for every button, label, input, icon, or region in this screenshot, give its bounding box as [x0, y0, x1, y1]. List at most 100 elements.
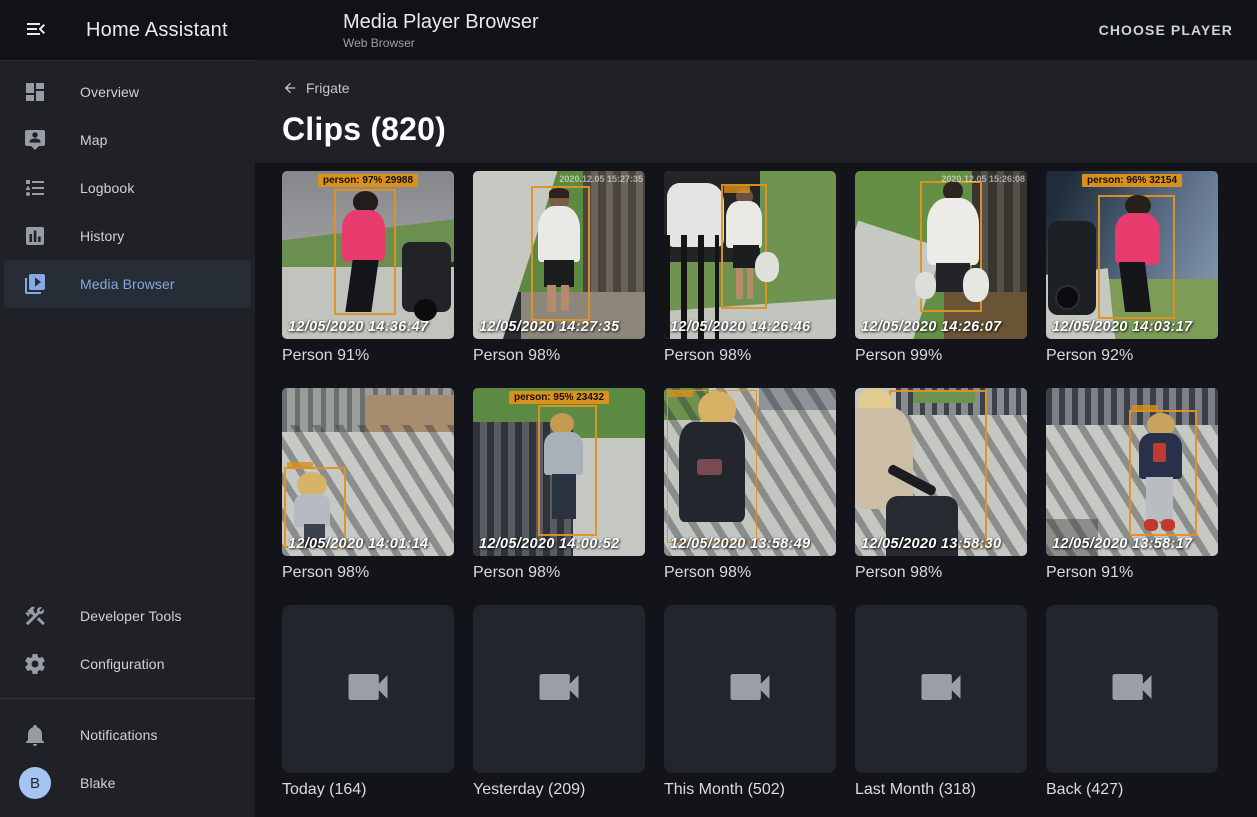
media-browser-panel: Frigate Clips (820)	[255, 60, 1257, 817]
sidebar-item-label: Media Browser	[80, 276, 175, 292]
clip-caption: Person 98%	[473, 564, 645, 582]
clip-thumbnail: person: 96% 32154 12/05/2020 14:03:17	[1046, 171, 1218, 339]
sidebar-item-map[interactable]: Map	[4, 116, 251, 164]
clip-card[interactable]: 12/05/2020 14:26:46 Person 98%	[664, 171, 836, 365]
person-leg	[561, 285, 570, 310]
shoe	[1144, 519, 1158, 531]
sidebar-item-logbook[interactable]: Logbook	[4, 164, 251, 212]
folder-card-last-month[interactable]: Last Month (318)	[855, 605, 1027, 799]
app-title: Home Assistant	[86, 19, 228, 42]
person-leg	[547, 285, 556, 312]
breadcrumb[interactable]: Frigate	[282, 80, 350, 96]
clip-timestamp: 12/05/2020 14:27:35	[479, 319, 619, 335]
person-top	[294, 494, 330, 528]
clip-card[interactable]: 12/05/2020 13:58:30 Person 98%	[855, 388, 1027, 582]
clip-card[interactable]: person: 95% 23432 12/05/2020 14:00:52 Pe…	[473, 388, 645, 582]
clip-thumbnail: 2020.12.05 15:26:08 12/05/2020 14:26:07	[855, 171, 1027, 339]
person-top	[726, 201, 762, 248]
gear-icon	[23, 652, 47, 676]
video-icon	[724, 661, 776, 718]
choose-player-button[interactable]: CHOOSE PLAYER	[1089, 12, 1243, 48]
sidebar-spacer	[0, 308, 255, 592]
clip-thumbnail: person: 97% 29988 12/05/2020 14:36:47	[282, 171, 454, 339]
app-window: Home Assistant Media Player Browser Web …	[0, 0, 1257, 817]
clip-thumbnail: 2020.12.05 15:27:35 12/05/2020 14:27:35	[473, 171, 645, 339]
sidebar-item-label: Logbook	[80, 180, 134, 196]
clip-caption: Person 98%	[473, 347, 645, 365]
sidebar-item-label: History	[80, 228, 124, 244]
sidebar-item-user-profile[interactable]: B Blake	[4, 759, 251, 807]
folder-card-yesterday[interactable]: Yesterday (209)	[473, 605, 645, 799]
video-icon	[915, 661, 967, 718]
clip-card[interactable]: person: 96% 32154 12/05/2020 14:03:17 Pe…	[1046, 171, 1218, 365]
detection-label-small	[1132, 405, 1158, 412]
folder-card-today[interactable]: Today (164)	[282, 605, 454, 799]
sidebar-divider	[0, 698, 255, 699]
sidebar-item-label: Developer Tools	[80, 608, 182, 624]
clips-region: person: 97% 29988 12/05/2020 14:36:47 Pe…	[255, 163, 1257, 817]
menu-open-icon	[24, 17, 48, 44]
sidebar-item-history[interactable]: History	[4, 212, 251, 260]
shirt-logo	[1153, 443, 1167, 461]
person-top	[342, 210, 385, 262]
clip-card[interactable]: 2020.12.05 15:26:08 12/05/2020 14:26:07 …	[855, 171, 1027, 365]
panel-title: Media Player Browser	[343, 10, 539, 35]
user-avatar: B	[19, 767, 51, 799]
folder-card-this-month[interactable]: This Month (502)	[664, 605, 836, 799]
clip-card[interactable]: person: 97% 29988 12/05/2020 14:36:47 Pe…	[282, 171, 454, 365]
folder-label: Back (427)	[1046, 781, 1218, 799]
clip-card[interactable]: 12/05/2020 13:58:49 Person 98%	[664, 388, 836, 582]
panel-subtitle: Web Browser	[343, 36, 539, 51]
detection-label-small	[724, 186, 750, 193]
sidebar-item-overview[interactable]: Overview	[4, 68, 251, 116]
clip-timestamp: 12/05/2020 13:58:17	[1052, 536, 1192, 552]
camera-timestamp-overlay: 2020.12.05 15:27:35	[559, 174, 643, 184]
sidebar-item-label: Configuration	[80, 656, 165, 672]
detection-label-small	[667, 390, 693, 397]
clip-caption: Person 99%	[855, 347, 1027, 365]
person-leg	[736, 268, 743, 298]
sidebar-item-developer-tools[interactable]: Developer Tools	[4, 592, 251, 640]
person-top	[927, 198, 979, 265]
sidebar-item-configuration[interactable]: Configuration	[4, 640, 251, 688]
clip-card[interactable]: 2020.12.05 15:27:35 12/05/2020 14:27:35 …	[473, 171, 645, 365]
hoodie-print	[697, 459, 723, 476]
video-icon	[1106, 661, 1158, 718]
video-icon	[533, 661, 585, 718]
clip-card[interactable]: 12/05/2020 14:01:14 Person 98%	[282, 388, 454, 582]
person-top	[1115, 213, 1160, 265]
play-box-multiple-icon	[23, 272, 47, 296]
trash-bag	[915, 272, 936, 299]
arrow-left-icon	[282, 80, 298, 96]
media-grid: person: 97% 29988 12/05/2020 14:36:47 Pe…	[282, 171, 1257, 799]
clip-caption: Person 98%	[855, 564, 1027, 582]
stroller-wheel	[414, 299, 436, 321]
view-dashboard-icon	[23, 80, 47, 104]
clip-timestamp: 12/05/2020 14:26:07	[861, 319, 1001, 335]
folder-label: Yesterday (209)	[473, 781, 645, 799]
clip-card[interactable]: 12/05/2020 13:58:17 Person 91%	[1046, 388, 1218, 582]
clip-thumbnail: 12/05/2020 14:01:14	[282, 388, 454, 556]
bell-icon	[23, 723, 47, 747]
sidebar-item-media-browser[interactable]: Media Browser	[4, 260, 251, 308]
detection-label: person: 96% 32154	[1082, 174, 1182, 187]
page-title: Clips (820)	[282, 111, 1257, 148]
clip-caption: Person 98%	[664, 347, 836, 365]
sidebar-toggle-button[interactable]	[20, 13, 52, 48]
folder-card-back[interactable]: Back (427)	[1046, 605, 1218, 799]
folder-thumbnail	[664, 605, 836, 773]
hammer-icon	[23, 604, 47, 628]
person-top	[544, 432, 584, 476]
clip-thumbnail: person: 95% 23432 12/05/2020 14:00:52	[473, 388, 645, 556]
sidebar-item-notifications[interactable]: Notifications	[4, 711, 251, 759]
folder-thumbnail	[855, 605, 1027, 773]
tooltip-account-icon	[23, 128, 47, 152]
clip-caption: Person 91%	[1046, 564, 1218, 582]
clip-timestamp: 12/05/2020 14:01:14	[288, 536, 428, 552]
clip-caption: Person 92%	[1046, 347, 1218, 365]
clip-timestamp: 12/05/2020 14:26:46	[670, 319, 810, 335]
clip-timestamp: 12/05/2020 14:03:17	[1052, 319, 1192, 335]
folder-label: Last Month (318)	[855, 781, 1027, 799]
topbar-left: Home Assistant	[0, 13, 255, 48]
clip-timestamp: 12/05/2020 13:58:30	[861, 536, 1001, 552]
